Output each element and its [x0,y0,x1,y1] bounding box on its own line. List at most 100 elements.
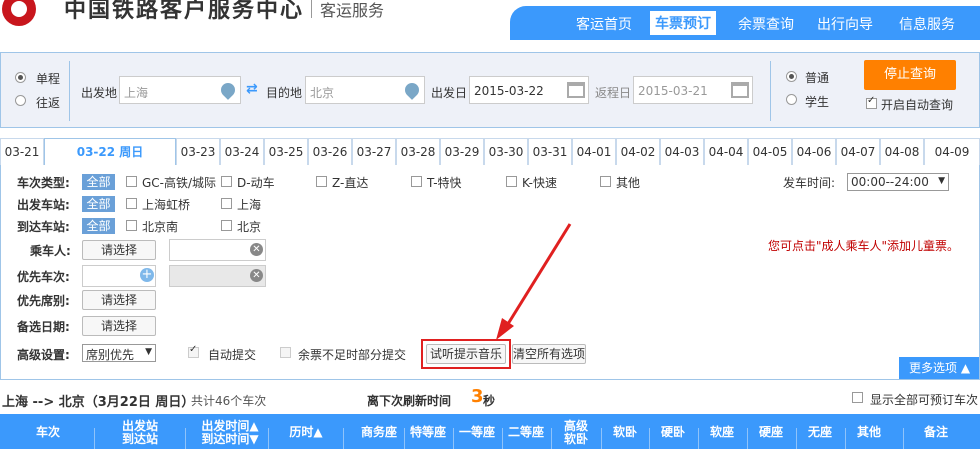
date-tab-18[interactable]: 04-08 [880,138,924,165]
divider [69,61,70,121]
priority-seat-select-button[interactable]: 请选择 [82,290,156,310]
date-tab-10[interactable]: 03-31 [528,138,572,165]
auto-query-checkbox[interactable] [866,95,877,109]
train-type-other-checkbox[interactable] [600,176,611,187]
date-tab-12[interactable]: 04-02 [616,138,660,165]
date-tab-8[interactable]: 03-29 [440,138,484,165]
date-tab-5[interactable]: 03-26 [308,138,352,165]
date-tabs: 03-21 03-22 周日 03-23 03-24 03-25 03-26 03-27 03… [0,138,980,166]
nav-remaining-tickets[interactable]: 余票查询 [738,14,794,34]
to-station-all-button[interactable]: 全部 [82,218,115,234]
from-station-shanghai-label: 上海 [237,198,262,212]
date-tab-2[interactable]: 03-23 [176,138,220,165]
date-tab-0[interactable]: 03-21 [0,138,44,165]
from-label: 出发地 [81,86,118,100]
stop-query-button[interactable]: 停止查询 [864,60,956,90]
adult-ticket-radio[interactable] [786,71,797,82]
date-tab-1[interactable]: 03-22 周日 [44,138,176,166]
column-divider [747,428,748,449]
site-header: 中国铁路客户服务中心 客运服务 客运首页 车票预订 余票查询 出行向导 信息服务 [0,0,980,42]
to-station-filter-label: 到达车站: [17,220,70,234]
date-tab-3[interactable]: 03-24 [220,138,264,165]
from-station-hongqiao-checkbox[interactable] [126,198,137,209]
nav-travel-guide[interactable]: 出行向导 [817,14,873,34]
passenger-select-button[interactable]: 请选择 [82,240,156,260]
date-tab-6[interactable]: 03-27 [352,138,396,165]
to-label: 目的地 [266,86,303,100]
train-type-label: 车次类型: [17,176,70,190]
from-station-all-button[interactable]: 全部 [82,196,115,212]
to-station-beijing-label: 北京 [237,220,262,234]
column-divider [185,428,186,449]
date-tab-14[interactable]: 04-04 [704,138,748,165]
dropdown-arrow-icon: ▼ [145,347,152,357]
train-type-k-checkbox[interactable] [506,176,517,187]
calendar-icon[interactable] [731,82,749,98]
th-duration[interactable]: 历时▲ [266,426,346,439]
date-tab-4[interactable]: 03-25 [264,138,308,165]
date-tab-9[interactable]: 03-30 [484,138,528,165]
column-divider [404,428,405,449]
partial-submit-checkbox[interactable] [280,347,291,358]
refresh-countdown-unit: 秒 [483,394,496,408]
train-type-d-checkbox[interactable] [221,176,232,187]
advanced-select[interactable]: 席别优先 ▼ [82,344,156,362]
priority-train-label: 优先车次: [17,270,70,284]
auto-submit-checkbox[interactable] [188,344,199,358]
swap-stations-icon[interactable]: ⇄ [246,81,258,97]
railway-logo-icon [2,0,36,26]
auto-submit-label: 自动提交 [208,348,257,362]
brand-subtitle: 客运服务 [320,1,385,20]
column-divider [551,428,552,449]
th-remark: 备注 [923,425,948,439]
th-times[interactable]: 出发时间▲ 到达时间▼ [190,420,270,446]
advanced-label: 高级设置: [17,348,70,362]
student-ticket-radio[interactable] [786,94,797,105]
date-tab-7[interactable]: 03-28 [396,138,440,165]
nav-info-service[interactable]: 信息服务 [899,14,955,34]
advanced-select-value: 席别优先 [86,348,135,362]
depart-time-select[interactable]: 00:00--24:00 ▼ [847,173,949,191]
round-trip-label: 往返 [36,96,61,110]
alt-date-select-button[interactable]: 请选择 [82,316,156,336]
depart-time-label: 发车时间: [783,176,836,190]
train-count: 共计46个车次 [191,394,267,408]
column-divider [601,428,602,449]
date-tab-15[interactable]: 04-05 [748,138,792,165]
round-trip-radio[interactable] [15,95,26,106]
to-station-beijing-checkbox[interactable] [221,220,232,231]
train-type-t-checkbox[interactable] [411,176,422,187]
result-summary: 上海 --> 北京（3月22日 周日） 共计46个车次 离下次刷新时间 3 秒 … [0,386,980,410]
one-way-label: 单程 [36,72,61,86]
dropdown-arrow-icon: ▼ [938,176,945,186]
date-tab-16[interactable]: 04-06 [792,138,836,165]
clear-all-button[interactable]: 清空所有选项 [512,344,586,364]
to-station-beijingnan-checkbox[interactable] [126,220,137,231]
clear-icon[interactable]: ✕ [250,243,263,256]
column-divider [796,428,797,449]
column-divider [698,428,699,449]
clear-icon[interactable]: ✕ [250,269,263,282]
brand-title: 中国铁路客户服务中心 [64,0,305,23]
nav-home[interactable]: 客运首页 [576,14,632,34]
train-type-gc-checkbox[interactable] [126,176,137,187]
show-all-checkbox[interactable] [852,392,863,403]
refresh-countdown-label: 离下次刷新时间 [367,394,452,408]
column-divider [649,428,650,449]
date-tab-13[interactable]: 04-03 [660,138,704,165]
more-options-button[interactable]: 更多选项 ▲ [899,357,979,379]
train-type-all-button[interactable]: 全部 [82,174,115,190]
date-tab-17[interactable]: 04-07 [836,138,880,165]
nav-booking[interactable]: 车票预订 [650,11,716,35]
date-tab-11[interactable]: 04-01 [572,138,616,165]
add-plus-icon[interactable]: + [140,268,154,282]
alt-date-label: 备选日期: [17,320,70,334]
train-type-z-checkbox[interactable] [316,176,327,187]
from-station-filter-label: 出发车站: [17,198,70,212]
date-tab-19[interactable]: 04-09 [924,138,980,165]
one-way-radio[interactable] [15,72,26,83]
from-station-shanghai-checkbox[interactable] [221,198,232,209]
calendar-icon[interactable] [567,82,585,98]
brand-divider [311,0,312,18]
column-divider [94,428,95,449]
